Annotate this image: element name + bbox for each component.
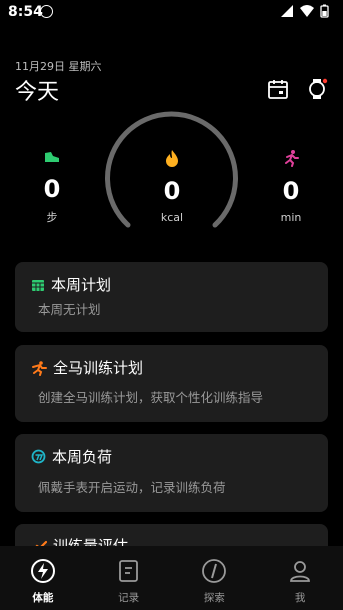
steps-value: 0 (43, 175, 61, 203)
tab-records[interactable]: 记录 (99, 546, 159, 605)
tab-label: 体能 (32, 592, 54, 604)
calories-unit: kcal (160, 211, 184, 224)
tab-label: 探索 (203, 592, 225, 604)
tab-me[interactable]: 我 (270, 546, 330, 605)
wifi-icon (300, 5, 314, 17)
status-time: 8:54 (8, 4, 43, 20)
lightning-circle-icon (30, 559, 55, 583)
steps-stat: 0 步 (22, 149, 82, 225)
tab-explore[interactable]: 探索 (184, 546, 244, 605)
minutes-unit: min (280, 211, 302, 224)
calories-value: 0 (163, 177, 181, 205)
card-title: 本周计划 (51, 276, 112, 294)
person-icon (290, 561, 311, 582)
card-title: 全马训练计划 (53, 359, 144, 377)
tab-fitness[interactable]: 体能 (13, 546, 73, 605)
battery-icon (320, 4, 329, 18)
card-subtitle: 佩戴手表开启运动，记录训练负荷 (38, 480, 226, 495)
status-bar: 8:54 (0, 0, 343, 24)
notebook-icon (118, 560, 138, 582)
notification-icon (40, 5, 53, 18)
calories-stat: 0 kcal (142, 149, 202, 224)
card-subtitle: 本周无计划 (38, 302, 101, 317)
compass-icon (202, 559, 227, 583)
flame-icon (166, 150, 178, 167)
running-person-icon (285, 150, 299, 167)
bottom-tab-bar: 体能 记录 探索 我 (0, 546, 343, 610)
header-date: 11月29日 星期六 (15, 60, 102, 73)
signal-icon (281, 5, 293, 17)
steps-unit: 步 (46, 211, 58, 224)
page-title: 今天 (15, 80, 60, 105)
minutes-value: 0 (282, 177, 300, 205)
weekly-load-card[interactable]: 本周负荷 佩戴手表开启运动，记录训练负荷 (15, 434, 328, 512)
watch-icon[interactable] (306, 78, 328, 100)
tab-label: 记录 (118, 592, 140, 604)
load-icon (31, 449, 46, 464)
minutes-stat: 0 min (261, 149, 321, 224)
weekly-plan-card[interactable]: 本周计划 本周无计划 (15, 262, 328, 332)
calendar-icon (32, 279, 44, 291)
shoe-icon (45, 152, 59, 162)
marathon-plan-card[interactable]: 全马训练计划 创建全马训练计划，获取个性化训练指导 (15, 345, 328, 422)
card-title: 本周负荷 (52, 448, 113, 466)
tab-label: 我 (294, 592, 306, 604)
runner-icon (32, 360, 47, 376)
calendar-icon[interactable] (267, 78, 289, 100)
card-subtitle: 创建全马训练计划，获取个性化训练指导 (38, 390, 264, 405)
status-icons (280, 4, 329, 18)
